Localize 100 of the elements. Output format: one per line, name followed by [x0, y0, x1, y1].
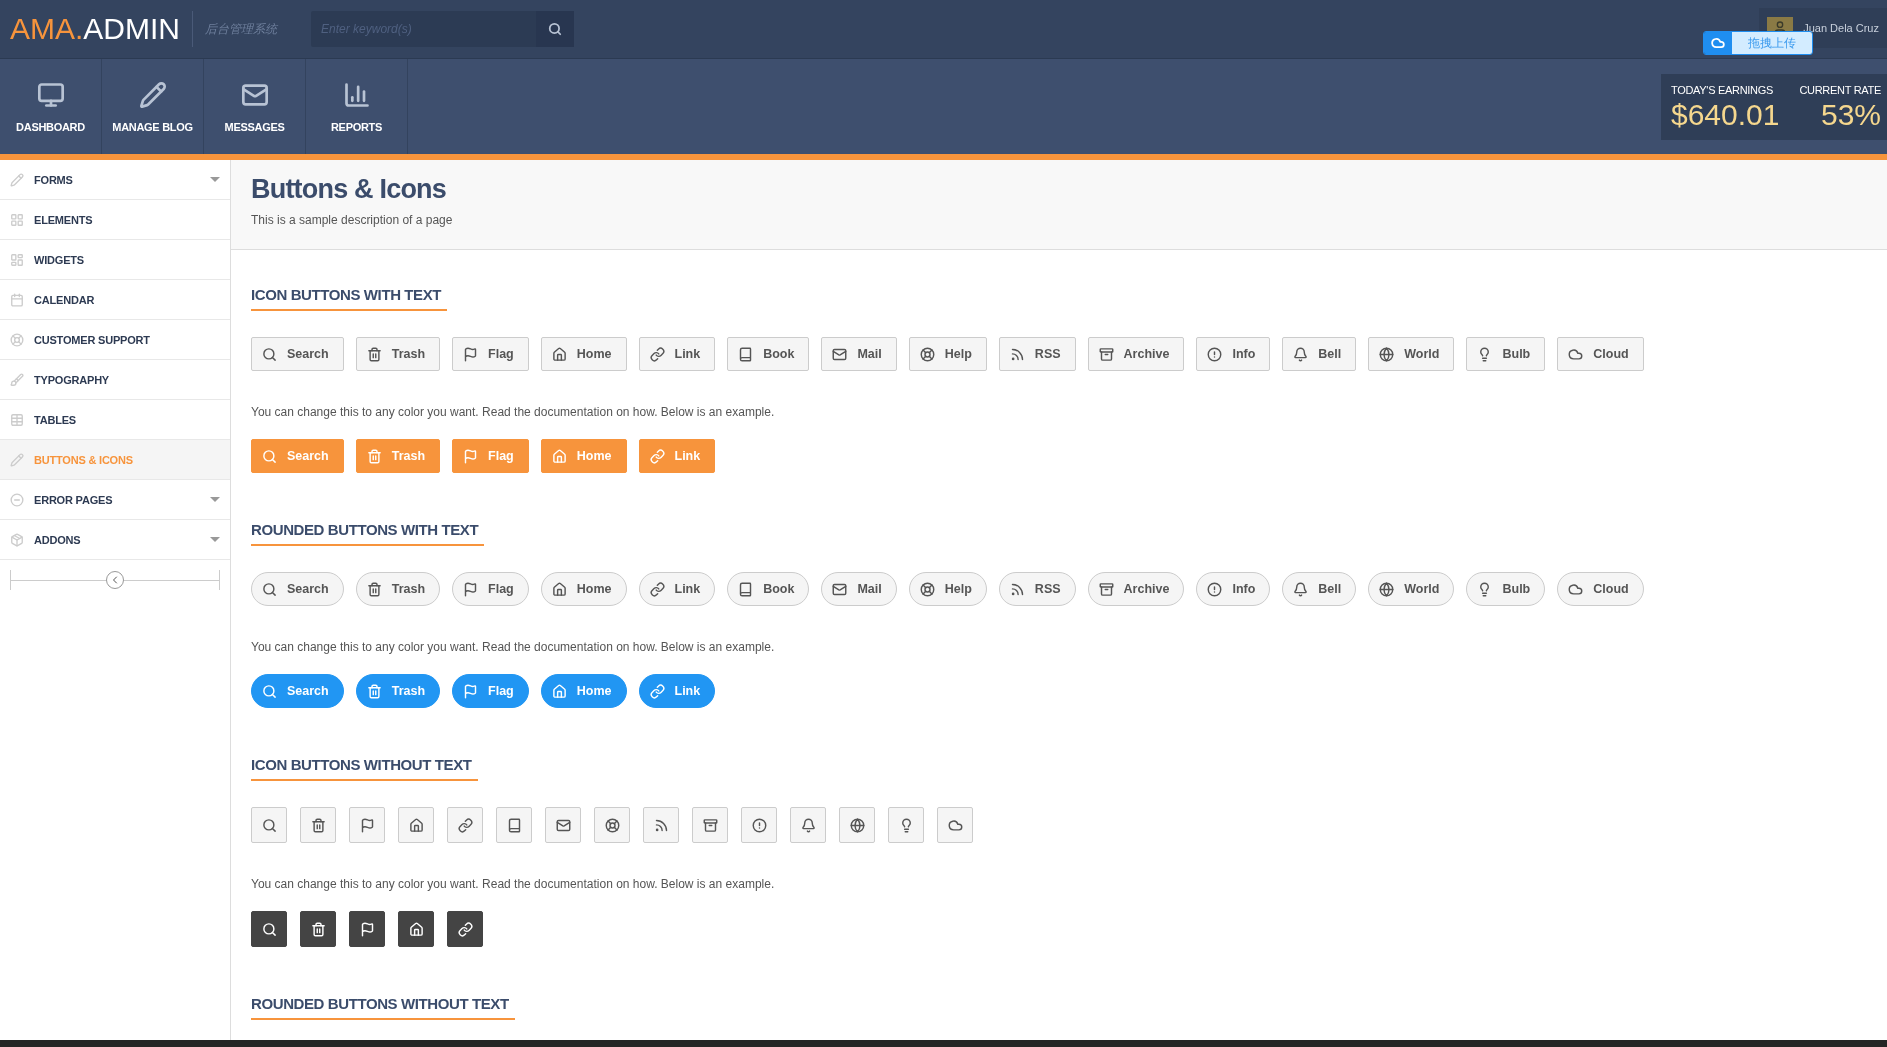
link-button[interactable]: Link: [638, 337, 716, 371]
archive-button[interactable]: [692, 807, 728, 843]
package-icon: [10, 532, 24, 547]
search-button[interactable]: [251, 911, 287, 947]
mail-button[interactable]: Mail: [821, 337, 897, 371]
flag-button[interactable]: [349, 911, 385, 947]
minus-circle-icon: [10, 492, 24, 507]
archive-icon: [1098, 346, 1114, 362]
book-button[interactable]: [496, 807, 532, 843]
help-button[interactable]: [594, 807, 630, 843]
nav-tab[interactable]: MESSAGES: [204, 59, 306, 154]
section-heading: ICON BUTTONS WITH TEXT: [251, 286, 448, 311]
info-button[interactable]: Info: [1196, 337, 1271, 371]
mail-button[interactable]: [545, 807, 581, 843]
link-icon: [649, 448, 665, 464]
app-logo: AMA.ADMIN: [10, 11, 194, 47]
info-button[interactable]: Info: [1196, 572, 1271, 606]
search-button[interactable]: [536, 11, 575, 47]
flag-button[interactable]: Flag: [452, 337, 529, 371]
bell-button[interactable]: Bell: [1282, 337, 1357, 371]
help-button[interactable]: Help: [908, 572, 987, 606]
home-button[interactable]: Home: [540, 337, 627, 371]
nav-tab[interactable]: DASHBOARD: [0, 59, 102, 154]
rss-button[interactable]: RSS: [998, 337, 1076, 371]
search-button[interactable]: Search: [251, 572, 344, 606]
rss-button[interactable]: [643, 807, 679, 843]
mail-button[interactable]: Mail: [821, 572, 897, 606]
trash-icon: [310, 817, 326, 833]
nav-tab[interactable]: MANAGE BLOG: [102, 59, 204, 154]
cloud-button[interactable]: [937, 807, 973, 843]
trash-button[interactable]: Trash: [355, 572, 441, 606]
trash-icon: [366, 683, 382, 699]
archive-button[interactable]: Archive: [1087, 572, 1185, 606]
book-icon: [506, 817, 522, 833]
cloud-button[interactable]: Cloud: [1557, 572, 1644, 606]
lifebuoy-icon: [604, 817, 620, 833]
search-icon: [262, 346, 277, 362]
bell-icon: [1293, 581, 1309, 597]
search-icon: [262, 581, 277, 597]
envelope-icon: [555, 817, 571, 833]
rss-icon: [653, 817, 669, 833]
help-button[interactable]: Help: [908, 337, 987, 371]
search-button[interactable]: Search: [251, 337, 344, 371]
house-icon: [408, 817, 424, 833]
flag-icon: [463, 581, 479, 597]
search-icon: [261, 817, 277, 833]
flag-button[interactable]: Flag: [452, 572, 529, 606]
link-icon: [649, 346, 665, 362]
trash-button[interactable]: Trash: [355, 337, 441, 371]
section-note: You can change this to any color you want. Read the documentation on how. Below is an example.: [251, 405, 776, 419]
bell-button[interactable]: Bell: [1282, 572, 1357, 606]
cloud-icon: [1711, 36, 1725, 50]
collapse-button[interactable]: [106, 571, 124, 589]
bulb-button[interactable]: Bulb: [1466, 337, 1546, 371]
cloud-icon: [1568, 581, 1584, 597]
envelope-icon: [832, 346, 848, 362]
rss-button[interactable]: RSS: [998, 572, 1076, 606]
flag-icon: [463, 683, 479, 699]
home-button[interactable]: Home: [540, 572, 627, 606]
calendar-icon: [10, 292, 24, 307]
search-icon: [262, 683, 277, 699]
flag-icon: [463, 448, 479, 464]
info-button[interactable]: [741, 807, 777, 843]
nav-tab[interactable]: REPORTS: [306, 59, 408, 154]
book-button[interactable]: Book: [727, 337, 810, 371]
stat-value: $640.01: [1671, 97, 1780, 132]
lifebuoy-icon: [919, 346, 935, 362]
trash-button[interactable]: [300, 911, 336, 947]
lifebuoy-icon: [919, 581, 935, 597]
rss-icon: [1009, 346, 1025, 362]
section-heading: ICON BUTTONS WITHOUT TEXT: [251, 756, 478, 781]
link-button[interactable]: Link: [638, 572, 716, 606]
home-button[interactable]: [398, 911, 434, 947]
house-icon: [408, 921, 424, 937]
bar-chart-icon: [342, 80, 371, 109]
flag-icon: [359, 921, 375, 937]
book-icon: [738, 581, 754, 597]
flag-icon: [359, 817, 375, 833]
world-button[interactable]: World: [1368, 572, 1455, 606]
bell-icon: [1293, 346, 1309, 362]
trash-icon: [366, 346, 382, 362]
bulb-button[interactable]: [888, 807, 924, 843]
envelope-icon: [832, 581, 848, 597]
world-button[interactable]: World: [1368, 337, 1455, 371]
trash-icon: [366, 581, 382, 597]
alert-icon: [1207, 581, 1223, 597]
section-heading: ROUNDED BUTTONS WITHOUT TEXT: [251, 995, 515, 1020]
link-icon: [649, 683, 665, 699]
pencil-icon: [10, 172, 24, 187]
world-button[interactable]: [839, 807, 875, 843]
book-button[interactable]: Book: [727, 572, 810, 606]
bell-button[interactable]: [790, 807, 826, 843]
flag-icon: [463, 346, 479, 362]
stat-label: CURRENT RATE: [1799, 83, 1881, 96]
link-button[interactable]: [447, 911, 483, 947]
lifebuoy-icon: [10, 332, 24, 347]
trash-icon: [366, 448, 382, 464]
bulb-button[interactable]: Bulb: [1466, 572, 1546, 606]
archive-button[interactable]: Archive: [1087, 337, 1185, 371]
cloud-button[interactable]: Cloud: [1557, 337, 1644, 371]
